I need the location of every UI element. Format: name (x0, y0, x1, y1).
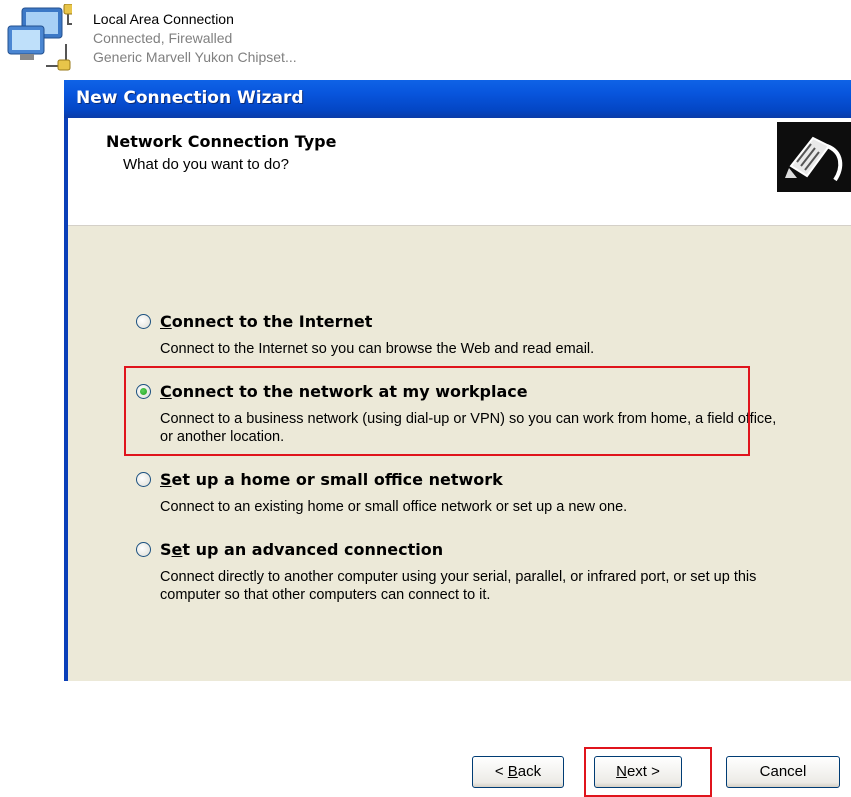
title-bar[interactable]: New Connection Wizard (64, 80, 851, 118)
page-subtitle: What do you want to do? (123, 156, 289, 173)
page-title: Network Connection Type (106, 132, 337, 151)
radio-advanced-connection[interactable] (136, 542, 151, 557)
option-label[interactable]: Set up a home or small office network (160, 470, 503, 489)
radio-home-network[interactable] (136, 472, 151, 487)
connection-name: Local Area Connection (93, 11, 234, 27)
wizard-body: Connect to the Internet Connect to the I… (68, 226, 851, 797)
next-highlight-box (584, 747, 712, 797)
option-description: Connect to an existing home or small off… (160, 499, 628, 515)
new-connection-wizard: New Connection Wizard Network Connection… (64, 80, 851, 797)
connection-adapter: Generic Marvell Yukon Chipset... (93, 49, 297, 65)
back-button[interactable]: < Back (472, 756, 564, 788)
wizard-header: Network Connection Type What do you want… (68, 118, 851, 226)
network-cable-icon (777, 122, 851, 192)
radio-connect-internet[interactable] (136, 314, 151, 329)
option-highlight-box (124, 366, 750, 456)
connection-status: Connected, Firewalled (93, 30, 233, 46)
network-computers-icon (7, 4, 72, 71)
option-label[interactable]: Set up an advanced connection (160, 540, 443, 559)
option-label[interactable]: Connect to the Internet (160, 312, 372, 331)
window-title: New Connection Wizard (76, 88, 304, 108)
option-description: Connect to the Internet so you can brows… (160, 341, 595, 357)
cancel-button[interactable]: Cancel (726, 756, 840, 788)
option-description: Connect directly to another computer usi… (160, 569, 757, 603)
network-connection-item[interactable]: Local Area Connection Connected, Firewal… (0, 0, 500, 80)
connection-details: Local Area Connection Connected, Firewal… (93, 10, 297, 67)
